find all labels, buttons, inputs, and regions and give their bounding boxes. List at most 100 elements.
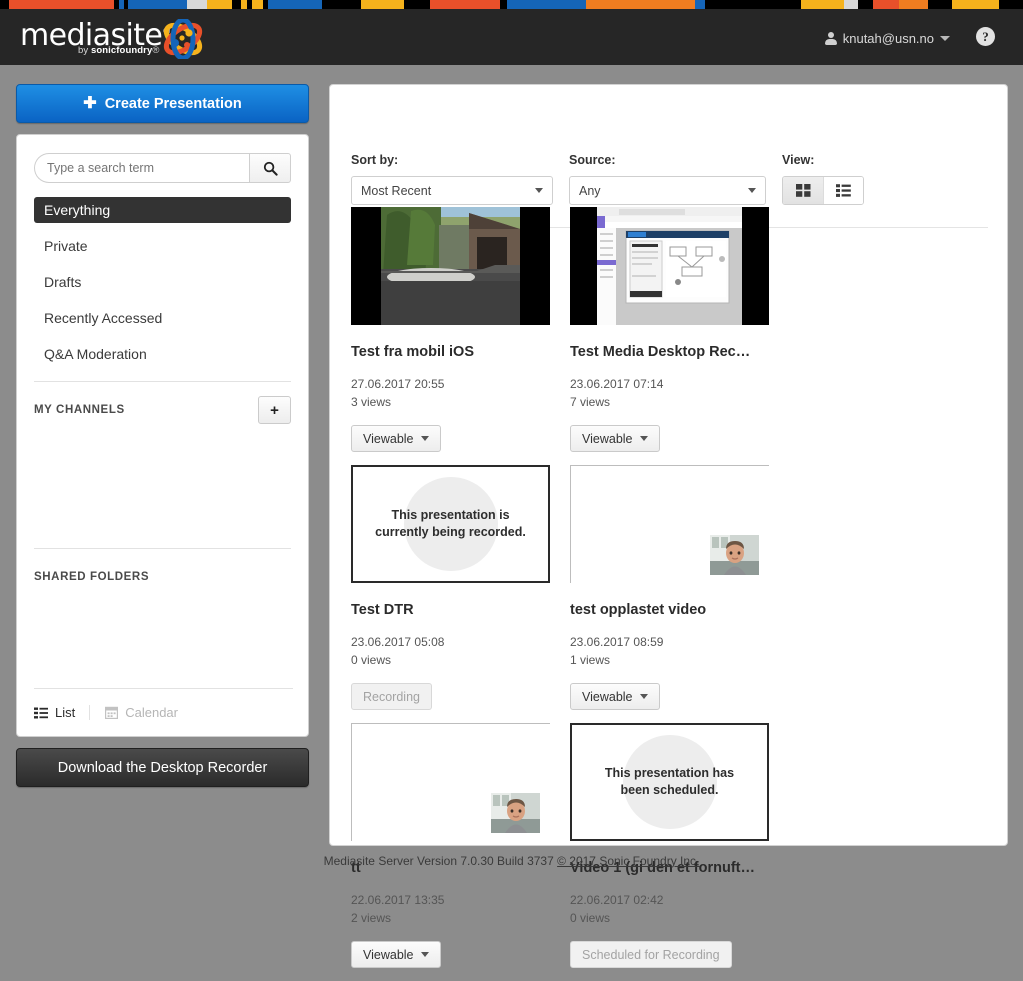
plus-icon: ✚: [83, 94, 97, 112]
color-bar-segment: [695, 0, 705, 9]
presentation-status-dropdown[interactable]: Viewable: [570, 425, 660, 452]
color-bar-segment: [206, 0, 232, 9]
chevron-down-icon: [639, 694, 648, 699]
source-group: Source: Any: [569, 153, 766, 207]
presentation-card[interactable]: Test Media Desktop Rec… 23.06.2017 07:14 7…: [570, 207, 789, 452]
presentation-slide-thumbnail[interactable]: [351, 723, 550, 841]
presentation-card[interactable]: tt 22.06.2017 13:35 2 views Viewable: [351, 723, 570, 968]
presentation-slide-thumbnail[interactable]: [570, 465, 769, 583]
presentation-status-badge: Recording: [351, 683, 432, 710]
color-bar-segment: [704, 0, 801, 9]
presentation-status-dropdown[interactable]: Viewable: [570, 683, 660, 710]
user-menu[interactable]: knutah@usn.no: [824, 28, 950, 48]
add-channel-button[interactable]: +: [258, 396, 291, 424]
source-value: Any: [579, 183, 601, 198]
presentation-card[interactable]: test opplastet video 23.06.2017 08:59 1 vi…: [570, 465, 789, 710]
create-presentation-label: Create Presentation: [104, 95, 242, 112]
presentation-card[interactable]: This presentation has been scheduled. Vid…: [570, 723, 789, 968]
presentation-status-dropdown[interactable]: Viewable: [351, 425, 441, 452]
sort-by-select[interactable]: Most Recent: [351, 176, 553, 205]
list-icon: [34, 707, 48, 718]
chevron-down-icon: [940, 35, 950, 41]
help-button[interactable]: ?: [976, 27, 995, 46]
presentation-title[interactable]: Test fra mobil iOS: [351, 344, 556, 360]
color-bar-segment: [928, 0, 953, 9]
sidebar-item-drafts[interactable]: Drafts: [34, 269, 291, 295]
presentation-date: 27.06.2017 20:55: [351, 377, 445, 391]
color-bar-segment: [404, 0, 431, 9]
sidebar-item-private[interactable]: Private: [34, 233, 291, 259]
presentation-date: 22.06.2017 02:42: [570, 893, 664, 907]
color-bar-segment: [430, 0, 500, 9]
content-toolbar: Sort by: Most Recent Source: Any View:: [351, 85, 986, 207]
copyright-link[interactable]: © 2017 Sonic Foundry Inc.: [557, 854, 699, 868]
color-bar-segment: [844, 0, 859, 9]
chevron-down-icon: [420, 436, 429, 441]
color-bar-segment: [252, 0, 264, 9]
color-bar-segment: [9, 0, 115, 9]
sidebar-view-toggle: List Calendar: [34, 688, 293, 736]
color-bar-segment: [586, 0, 696, 9]
color-bar-segment: [506, 0, 587, 9]
presentation-card[interactable]: This presentation is currently being rec…: [351, 465, 570, 710]
list-view-button[interactable]: [823, 177, 863, 204]
sidebar-divider-1: [34, 381, 291, 382]
presentation-placeholder-thumbnail[interactable]: This presentation is currently being rec…: [351, 465, 550, 583]
shared-folders-header: SHARED FOLDERS: [34, 563, 291, 591]
grid-view-button[interactable]: [783, 177, 823, 204]
presentation-placeholder-thumbnail[interactable]: This presentation has been scheduled.: [570, 723, 769, 841]
sidebar-calendar-label: Calendar: [125, 705, 178, 720]
source-select[interactable]: Any: [569, 176, 766, 205]
placeholder-text: This presentation has been scheduled.: [604, 766, 735, 797]
search-input[interactable]: [34, 153, 249, 183]
color-bar-segment: [872, 0, 899, 9]
calendar-icon: [105, 706, 119, 719]
color-bar-segment: [127, 0, 187, 9]
my-channels-list: [34, 424, 291, 534]
color-bar-segment: [267, 0, 322, 9]
color-bar-segment: [321, 0, 361, 9]
search-button[interactable]: [249, 153, 291, 183]
server-version-label: Mediasite Server Version 7.0.30 Build 37…: [323, 854, 554, 868]
shared-folders-title: SHARED FOLDERS: [34, 571, 150, 583]
sidebar-nav: Everything Private Drafts Recently Accessed…: [34, 197, 291, 367]
presentation-view-count: 0 views: [570, 911, 611, 925]
presentation-view-count: 1 views: [570, 653, 611, 667]
sidebar-list-label: List: [55, 705, 76, 720]
presentation-status-label: Viewable: [363, 947, 414, 962]
presentation-video-thumbnail[interactable]: [351, 207, 550, 325]
list-view-icon: [836, 184, 851, 197]
sidebar-item-everything[interactable]: Everything: [34, 197, 291, 223]
color-bar-segment: [858, 0, 873, 9]
sidebar-list-view-button[interactable]: List: [34, 705, 89, 720]
presentation-card[interactable]: Test fra mobil iOS 27.06.2017 20:55 3 view…: [351, 207, 570, 452]
create-presentation-button[interactable]: ✚ Create Presentation: [16, 84, 309, 123]
webcam-inset: [710, 535, 759, 575]
presentation-title[interactable]: test opplastet video: [570, 602, 775, 618]
color-bar-segment: [999, 0, 1023, 9]
mediasite-logo[interactable]: mediasite® by sonicfoundry®: [20, 15, 220, 61]
color-bar-segment: [898, 0, 929, 9]
chevron-down-icon: [535, 188, 543, 193]
sort-by-value: Most Recent: [361, 183, 432, 198]
user-avatar-icon: [824, 31, 837, 45]
presentation-date: 22.06.2017 13:35: [351, 893, 445, 907]
presentation-status-dropdown[interactable]: Viewable: [351, 941, 441, 968]
presentation-title[interactable]: Test DTR: [351, 602, 556, 618]
webcam-inset: [491, 793, 540, 833]
view-group: View:: [782, 153, 864, 207]
search-row: [34, 153, 291, 183]
sidebar-item-recently-accessed[interactable]: Recently Accessed: [34, 305, 291, 331]
main-content-panel: Sort by: Most Recent Source: Any View: T…: [329, 84, 1008, 968]
view-label: View:: [782, 153, 815, 167]
color-bar-segment: [800, 0, 845, 9]
sidebar-item-q-a-moderation[interactable]: Q&A Moderation: [34, 341, 291, 367]
chevron-down-icon: [748, 188, 756, 193]
presentation-title[interactable]: Test Media Desktop Rec…: [570, 344, 775, 360]
download-desktop-recorder-button[interactable]: Download the Desktop Recorder: [16, 748, 309, 787]
chevron-down-icon: [639, 436, 648, 441]
shared-folders-list: [34, 591, 291, 701]
presentation-video-thumbnail[interactable]: [570, 207, 769, 325]
sidebar-calendar-view-button[interactable]: Calendar: [89, 705, 192, 720]
presentation-date: 23.06.2017 07:14: [570, 377, 664, 391]
